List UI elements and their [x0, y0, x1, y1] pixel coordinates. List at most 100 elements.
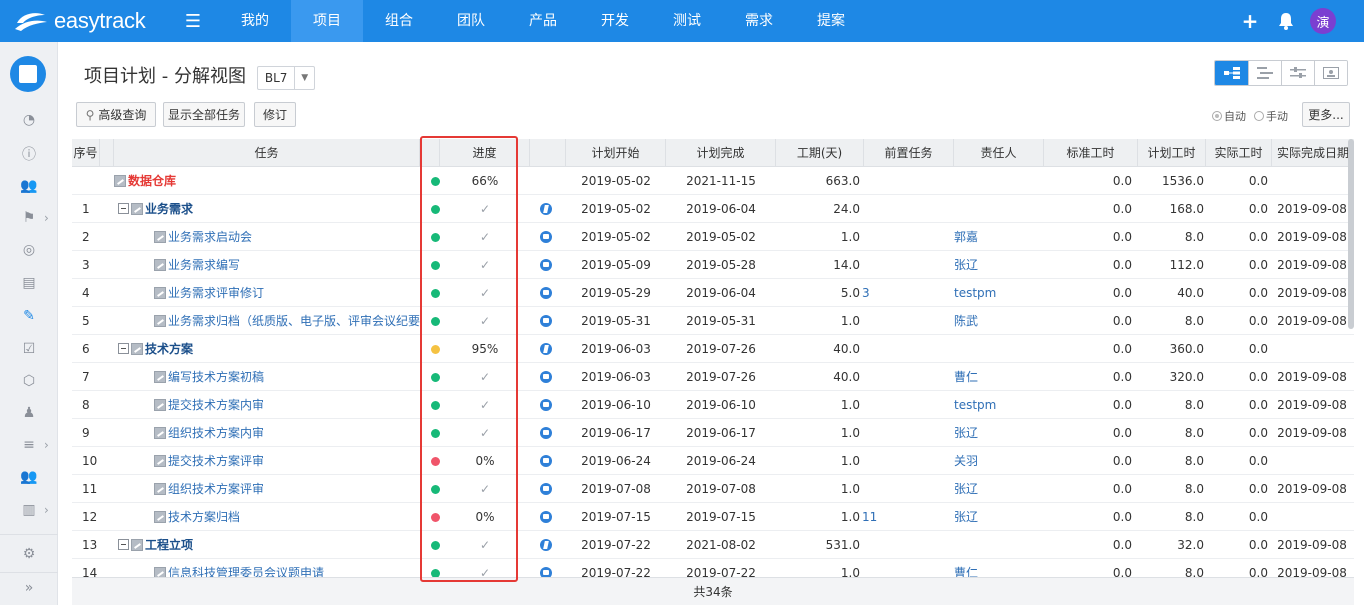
- cell-task[interactable]: 提交技术方案内审: [154, 391, 420, 419]
- cell-task[interactable]: 业务需求评审修订: [154, 279, 420, 307]
- cell-predecessor[interactable]: [862, 251, 892, 279]
- table-row[interactable]: 5 业务需求归档（纸质版、电子版、评审会议纪要、评 ✓ 2019-05-31 2019-…: [72, 307, 1354, 335]
- nav-item[interactable]: 团队: [435, 0, 507, 42]
- table-row[interactable]: 13 工程立项 ✓ 2019-07-22 2021-08-02 531.0 0.0 32.0 0…: [72, 531, 1354, 559]
- col-plan-end[interactable]: 计划完成: [666, 139, 776, 167]
- app-logo[interactable]: easytrack: [0, 8, 175, 34]
- summary-task-icon[interactable]: [540, 343, 552, 355]
- table-row[interactable]: 数据仓库 66% 2019-05-02 2021-11-15 663.0 0.0 1536.…: [72, 167, 1354, 195]
- task-name[interactable]: 业务需求编写: [168, 258, 240, 272]
- task-name[interactable]: 业务需求启动会: [168, 230, 252, 244]
- task-name[interactable]: 提交技术方案内审: [168, 398, 264, 412]
- cell-owner[interactable]: 张辽: [954, 251, 1044, 279]
- bell-icon[interactable]: [1268, 0, 1304, 42]
- task-type-icon[interactable]: [540, 511, 552, 523]
- table-row[interactable]: 7 编写技术方案初稿 ✓ 2019-06-03 2019-07-26 40.0 曹仁 0.0 3…: [72, 363, 1354, 391]
- cell-owner[interactable]: [954, 531, 1044, 559]
- task-type-icon[interactable]: [540, 427, 552, 439]
- task-name[interactable]: 技术方案: [145, 342, 193, 356]
- team-icon[interactable]: 👥: [0, 173, 58, 199]
- add-icon[interactable]: +: [1232, 0, 1268, 42]
- table-row[interactable]: 6 技术方案 95% 2019-06-03 2019-07-26 40.0 0.0 360.0…: [72, 335, 1354, 363]
- table-row[interactable]: 12 技术方案归档 0% 2019-07-15 2019-07-15 1.0 11 张辽 0.0…: [72, 503, 1354, 531]
- settings-sliders-icon[interactable]: [1281, 61, 1314, 85]
- vertical-scrollbar[interactable]: [1348, 139, 1354, 329]
- cell-task[interactable]: 组织技术方案内审: [154, 419, 420, 447]
- cell-predecessor[interactable]: [862, 335, 892, 363]
- task-name[interactable]: 提交技术方案评审: [168, 454, 264, 468]
- collapse-icon[interactable]: [118, 539, 129, 550]
- advanced-search-button[interactable]: ⚲ 高级查询: [76, 102, 156, 127]
- nav-item[interactable]: 组合: [363, 0, 435, 42]
- project-logo-icon[interactable]: [10, 56, 46, 92]
- resource-view-icon[interactable]: [1314, 61, 1347, 85]
- people-icon[interactable]: 👥: [0, 464, 58, 490]
- cell-owner[interactable]: [954, 167, 1044, 195]
- col-seq[interactable]: 序号: [72, 139, 100, 167]
- cell-owner[interactable]: 张辽: [954, 503, 1044, 531]
- flag-icon[interactable]: ⚑ ›: [0, 205, 58, 231]
- col-actual-hours[interactable]: 实际工时: [1206, 139, 1272, 167]
- nav-item[interactable]: 测试: [651, 0, 723, 42]
- shield-icon[interactable]: ⬡: [0, 368, 58, 394]
- cell-task[interactable]: 数据仓库: [114, 167, 420, 195]
- cell-task[interactable]: 工程立项: [118, 531, 420, 559]
- cell-owner[interactable]: [954, 335, 1044, 363]
- calendar-check-icon[interactable]: ☑: [0, 336, 58, 362]
- table-row[interactable]: 8 提交技术方案内审 ✓ 2019-06-10 2019-06-10 1.0 testpm 0…: [72, 391, 1354, 419]
- cell-predecessor[interactable]: 3: [862, 279, 892, 307]
- task-name[interactable]: 技术方案归档: [168, 510, 240, 524]
- cell-task[interactable]: 业务需求: [118, 195, 420, 223]
- cell-predecessor[interactable]: [862, 195, 892, 223]
- expand-sidebar-icon[interactable]: »: [0, 575, 58, 601]
- cell-owner[interactable]: 张辽: [954, 419, 1044, 447]
- cell-owner[interactable]: 张辽: [954, 475, 1044, 503]
- nav-item[interactable]: 产品: [507, 0, 579, 42]
- nav-item[interactable]: 开发: [579, 0, 651, 42]
- col-task[interactable]: 任务: [114, 139, 420, 167]
- table-row[interactable]: 4 业务需求评审修订 ✓ 2019-05-29 2019-06-04 5.0 3 testpm…: [72, 279, 1354, 307]
- task-type-icon[interactable]: [540, 287, 552, 299]
- show-all-tasks-button[interactable]: 显示全部任务: [163, 102, 245, 127]
- task-type-icon[interactable]: [540, 231, 552, 243]
- menu-icon[interactable]: ☰: [175, 0, 211, 42]
- task-type-icon[interactable]: [540, 455, 552, 467]
- cell-predecessor[interactable]: [862, 167, 892, 195]
- cell-task[interactable]: 组织技术方案评审: [154, 475, 420, 503]
- report-icon[interactable]: ▥ ›: [0, 497, 58, 523]
- manual-mode-radio[interactable]: 手动: [1254, 108, 1288, 124]
- task-name[interactable]: 编写技术方案初稿: [168, 370, 264, 384]
- task-name[interactable]: 组织技术方案评审: [168, 482, 264, 496]
- collapse-icon[interactable]: [118, 343, 129, 354]
- col-duration[interactable]: 工期(天): [776, 139, 864, 167]
- col-plan-hours[interactable]: 计划工时: [1138, 139, 1206, 167]
- col-actual-end[interactable]: 实际完成日期: [1272, 139, 1354, 167]
- task-name[interactable]: 业务需求评审修订: [168, 286, 264, 300]
- summary-task-icon[interactable]: [540, 539, 552, 551]
- cell-task[interactable]: 提交技术方案评审: [154, 447, 420, 475]
- cell-owner[interactable]: 关羽: [954, 447, 1044, 475]
- cell-task[interactable]: 技术方案归档: [154, 503, 420, 531]
- auto-mode-radio[interactable]: 自动: [1212, 108, 1246, 124]
- cell-predecessor[interactable]: [862, 531, 892, 559]
- table-row[interactable]: 9 组织技术方案内审 ✓ 2019-06-17 2019-06-17 1.0 张辽 0.0 8.…: [72, 419, 1354, 447]
- table-row[interactable]: 2 业务需求启动会 ✓ 2019-05-02 2019-05-02 1.0 郭嘉 0.0 8.0…: [72, 223, 1354, 251]
- cell-predecessor[interactable]: [862, 475, 892, 503]
- task-type-icon[interactable]: [540, 315, 552, 327]
- task-name[interactable]: 数据仓库: [128, 174, 176, 188]
- cell-owner[interactable]: [954, 195, 1044, 223]
- cell-owner[interactable]: testpm: [954, 279, 1044, 307]
- target-icon[interactable]: ◎: [0, 237, 58, 263]
- cell-predecessor[interactable]: [862, 391, 892, 419]
- task-type-icon[interactable]: [540, 259, 552, 271]
- cell-task[interactable]: 业务需求编写: [154, 251, 420, 279]
- task-name[interactable]: 组织技术方案内审: [168, 426, 264, 440]
- collapse-icon[interactable]: [118, 203, 129, 214]
- cell-owner[interactable]: 郭嘉: [954, 223, 1044, 251]
- col-std-hours[interactable]: 标准工时: [1044, 139, 1138, 167]
- task-name[interactable]: 业务需求: [145, 202, 193, 216]
- cell-owner[interactable]: 曹仁: [954, 363, 1044, 391]
- table-row[interactable]: 10 提交技术方案评审 0% 2019-06-24 2019-06-24 1.0 关羽 0.0…: [72, 447, 1354, 475]
- task-type-icon[interactable]: [540, 399, 552, 411]
- tree-view-icon[interactable]: [1215, 61, 1248, 85]
